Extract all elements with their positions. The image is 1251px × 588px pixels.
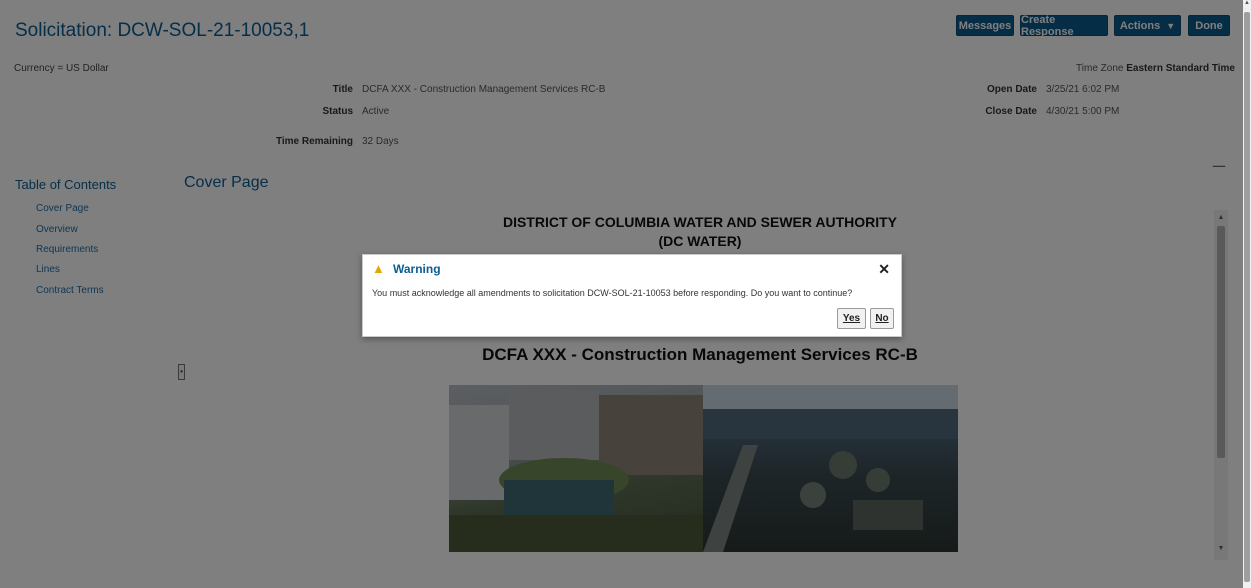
warning-icon: ▲ [372, 261, 385, 276]
close-icon[interactable]: ✕ [878, 261, 890, 278]
yes-button[interactable]: Yes [837, 308, 866, 329]
window-scroll-up-icon[interactable]: ▲ [1243, 0, 1251, 6]
window-scroll-thumb[interactable] [1244, 12, 1250, 582]
dialog-message: You must acknowledge all amendments to s… [372, 288, 853, 298]
dialog-title: Warning [393, 262, 441, 276]
no-button[interactable]: No [870, 308, 894, 329]
window-scrollbar[interactable]: ▲ [1243, 0, 1251, 588]
warning-dialog: ▲ Warning ✕ You must acknowledge all ame… [362, 254, 902, 337]
